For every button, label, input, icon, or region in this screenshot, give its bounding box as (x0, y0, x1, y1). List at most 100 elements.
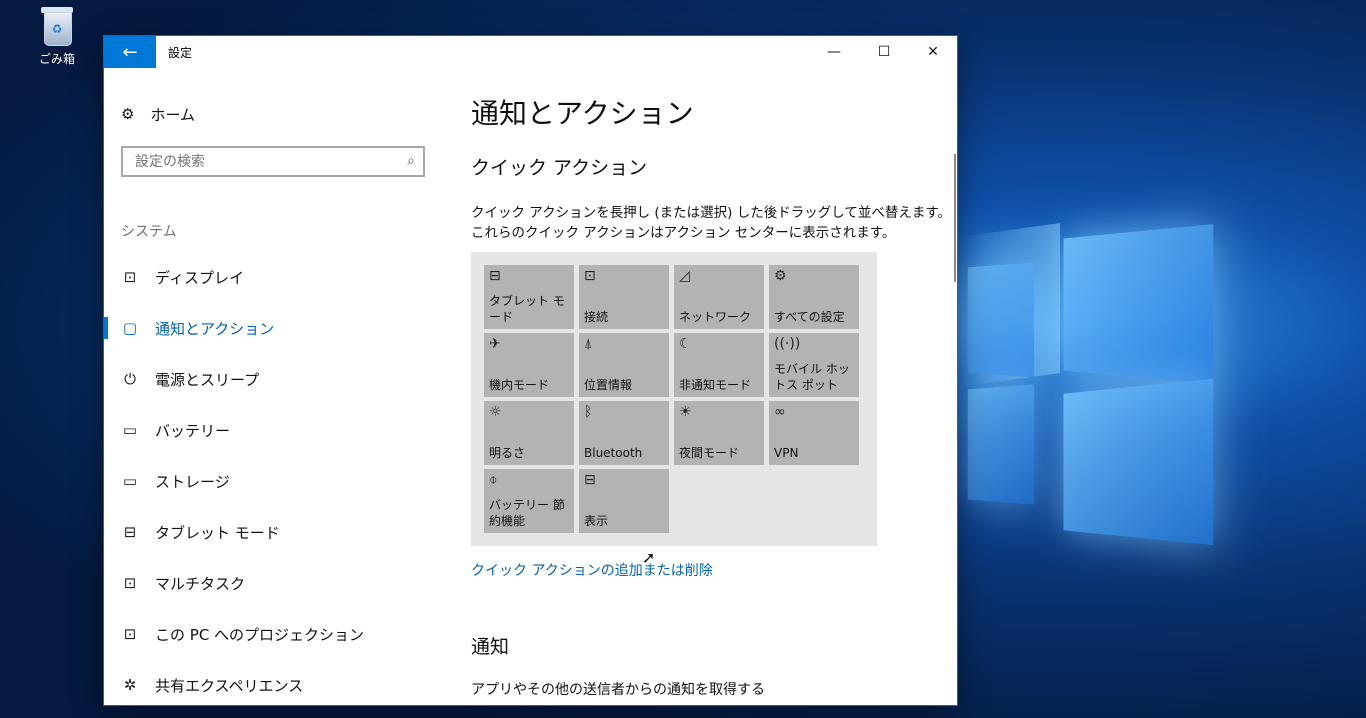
quick-action-tile[interactable]: ᛒ Bluetooth (579, 401, 669, 465)
tile-label: 夜間モード (679, 446, 740, 460)
search-input[interactable] (123, 148, 395, 175)
quick-action-tile[interactable]: ☾ 非通知モード (674, 333, 764, 397)
quick-action-tile[interactable]: ((·)) モバイル ホットス ポット (769, 333, 859, 397)
notifications-description: アプリやその他の送信者からの通知を取得する (471, 682, 765, 698)
recycle-bin-icon: ♻ (40, 6, 74, 46)
tile-label: 明るさ (489, 446, 526, 460)
share-icon: ✲ (123, 676, 137, 694)
back-button[interactable]: ← (104, 36, 156, 68)
connect-icon: ⊡ (584, 268, 596, 284)
tablet-icon: ⊟ (123, 523, 137, 541)
brightness-icon: ☼ (489, 404, 502, 420)
sidebar-item-label: 共有エクスペリエンス (155, 676, 304, 695)
home-label: ホーム (150, 105, 196, 124)
message-icon: ▢ (122, 319, 138, 337)
sidebar-item-label: 電源とスリープ (155, 370, 260, 389)
maximize-icon: ☐ (877, 44, 891, 60)
quick-action-tile[interactable]: ⊟ タブレット モード (484, 265, 574, 329)
sidebar-item-label: マルチタスク (155, 574, 246, 593)
sidebar-item-storage[interactable]: ▭ ストレージ (104, 461, 444, 501)
quick-action-tile[interactable]: ∞ VPN (769, 401, 859, 465)
close-icon: ✕ (927, 44, 939, 60)
sidebar-item-battery[interactable]: ▭ バッテリー (104, 410, 444, 450)
active-indicator (104, 317, 108, 339)
tile-label: ネットワーク (679, 310, 752, 324)
sidebar-item-shared-experiences[interactable]: ✲ 共有エクスペリエンス (104, 665, 444, 705)
battery-saver-icon: ⌽ (489, 472, 498, 488)
monitor-icon: ⊡ (123, 268, 137, 286)
title-bar: ← 設定 — ☐ ✕ (104, 36, 957, 68)
sidebar-item-label: ディスプレイ (155, 268, 244, 287)
project-icon: ⊟ (584, 472, 596, 488)
quick-actions-heading: クイック アクション (471, 157, 648, 179)
sidebar-item-power[interactable]: ⏻ 電源とスリープ (104, 359, 444, 399)
scrollbar[interactable] (954, 154, 956, 282)
moon-icon: ☾ (679, 336, 692, 352)
section-label-system: システム (121, 224, 177, 240)
windows-logo-pane-tl (1063, 224, 1214, 385)
tile-label: タブレット モード (489, 294, 565, 324)
battery-icon: ▭ (122, 421, 138, 439)
sidebar-item-tablet-mode[interactable]: ⊟ タブレット モード (104, 512, 444, 552)
quick-action-tile[interactable]: ⚙ すべての設定 (769, 265, 859, 329)
sidebar-item-label: この PC へのプロジェクション (155, 625, 365, 644)
sidebar-item-label: 通知とアクション (155, 319, 275, 338)
quick-action-tile[interactable]: ⌽ バッテリー 節約機能 (484, 469, 574, 533)
quick-action-tile[interactable]: ☀ 夜間モード (674, 401, 764, 465)
page-title: 通知とアクション (471, 97, 694, 130)
tile-label: 非通知モード (679, 378, 752, 392)
minimize-button[interactable]: — (811, 36, 857, 68)
quick-action-tile[interactable]: ◿ ネットワーク (674, 265, 764, 329)
airplane-icon: ✈ (489, 336, 501, 352)
windows-logo-pane-tr (967, 262, 1035, 378)
windows-logo-pane-bl (1063, 378, 1214, 546)
recycle-bin-label: ごみ箱 (38, 52, 75, 66)
network-icon: ◿ (679, 268, 690, 284)
settings-icon: ⚙ (774, 268, 787, 284)
quick-action-tile[interactable]: ☼ 明るさ (484, 401, 574, 465)
search-box[interactable]: ⌕ (121, 146, 425, 177)
sidebar-item-projection[interactable]: ⊡ この PC へのプロジェクション (104, 614, 444, 654)
notifications-heading: 通知 (471, 636, 510, 658)
quick-action-tile[interactable]: ✈ 機内モード (484, 333, 574, 397)
quick-actions-description-2: これらのクイック アクションはアクション センターに表示されます。 (471, 225, 896, 241)
main-content: 通知とアクション クイック アクション クイック アクションを長押し (または選… (471, 68, 951, 705)
tile-label: 接続 (584, 310, 609, 324)
windows-logo-pane-br (967, 384, 1035, 505)
projection-icon: ⊡ (123, 625, 137, 643)
add-remove-quick-actions-link[interactable]: クイック アクションの追加または削除 (471, 560, 713, 580)
quick-actions-description-1: クイック アクションを長押し (または選択) した後ドラッグして並べ替えます。 (471, 205, 951, 221)
sidebar-item-label: ストレージ (155, 472, 230, 491)
sidebar-item-label: タブレット モード (155, 523, 280, 542)
sidebar-item-notifications[interactable]: ▢ 通知とアクション (104, 308, 444, 348)
tile-label: バッテリー 節約機能 (489, 498, 565, 528)
quick-actions-panel: ⊟ タブレット モード ⊡ 接続 ◿ ネットワーク ⚙ すべての設定 ✈ 機内モード ⍋ 位… (471, 252, 877, 546)
recycle-bin[interactable]: ♻ ごみ箱 (30, 6, 84, 67)
hotspot-icon: ((·)) (774, 336, 801, 352)
power-icon: ⏻ (124, 370, 136, 388)
bluetooth-icon: ᛒ (584, 404, 593, 420)
tile-label: Bluetooth (584, 446, 643, 460)
tile-label: 機内モード (489, 378, 550, 392)
tile-label: 表示 (584, 514, 609, 528)
quick-action-tile[interactable]: ⊡ 接続 (579, 265, 669, 329)
settings-window: ← 設定 — ☐ ✕ ⚙ ホーム ⌕ システム ⊡ ディスプレイ ▢ 通知とアク… (104, 36, 957, 705)
arrow-left-icon: ← (122, 41, 138, 63)
maximize-button[interactable]: ☐ (861, 36, 907, 68)
night-light-icon: ☀ (679, 404, 692, 420)
window-title: 設定 (168, 46, 193, 60)
sidebar-item-multitasking[interactable]: ⊡ マルチタスク (104, 563, 444, 603)
sidebar-item-display[interactable]: ⊡ ディスプレイ (104, 257, 444, 297)
tile-label: VPN (774, 446, 799, 460)
close-button[interactable]: ✕ (910, 36, 956, 68)
tablet-mode-icon: ⊟ (489, 268, 501, 284)
tile-label: すべての設定 (774, 310, 845, 324)
multitask-icon: ⊡ (123, 574, 137, 592)
quick-action-tile[interactable]: ⊟ 表示 (579, 469, 669, 533)
location-icon: ⍋ (584, 336, 593, 352)
storage-icon: ▭ (122, 472, 138, 490)
quick-action-tile[interactable]: ⍋ 位置情報 (579, 333, 669, 397)
home-link[interactable]: ⚙ ホーム (121, 102, 195, 126)
tile-label: モバイル ホットス ポット (774, 362, 850, 392)
sidebar-item-label: バッテリー (155, 421, 231, 440)
